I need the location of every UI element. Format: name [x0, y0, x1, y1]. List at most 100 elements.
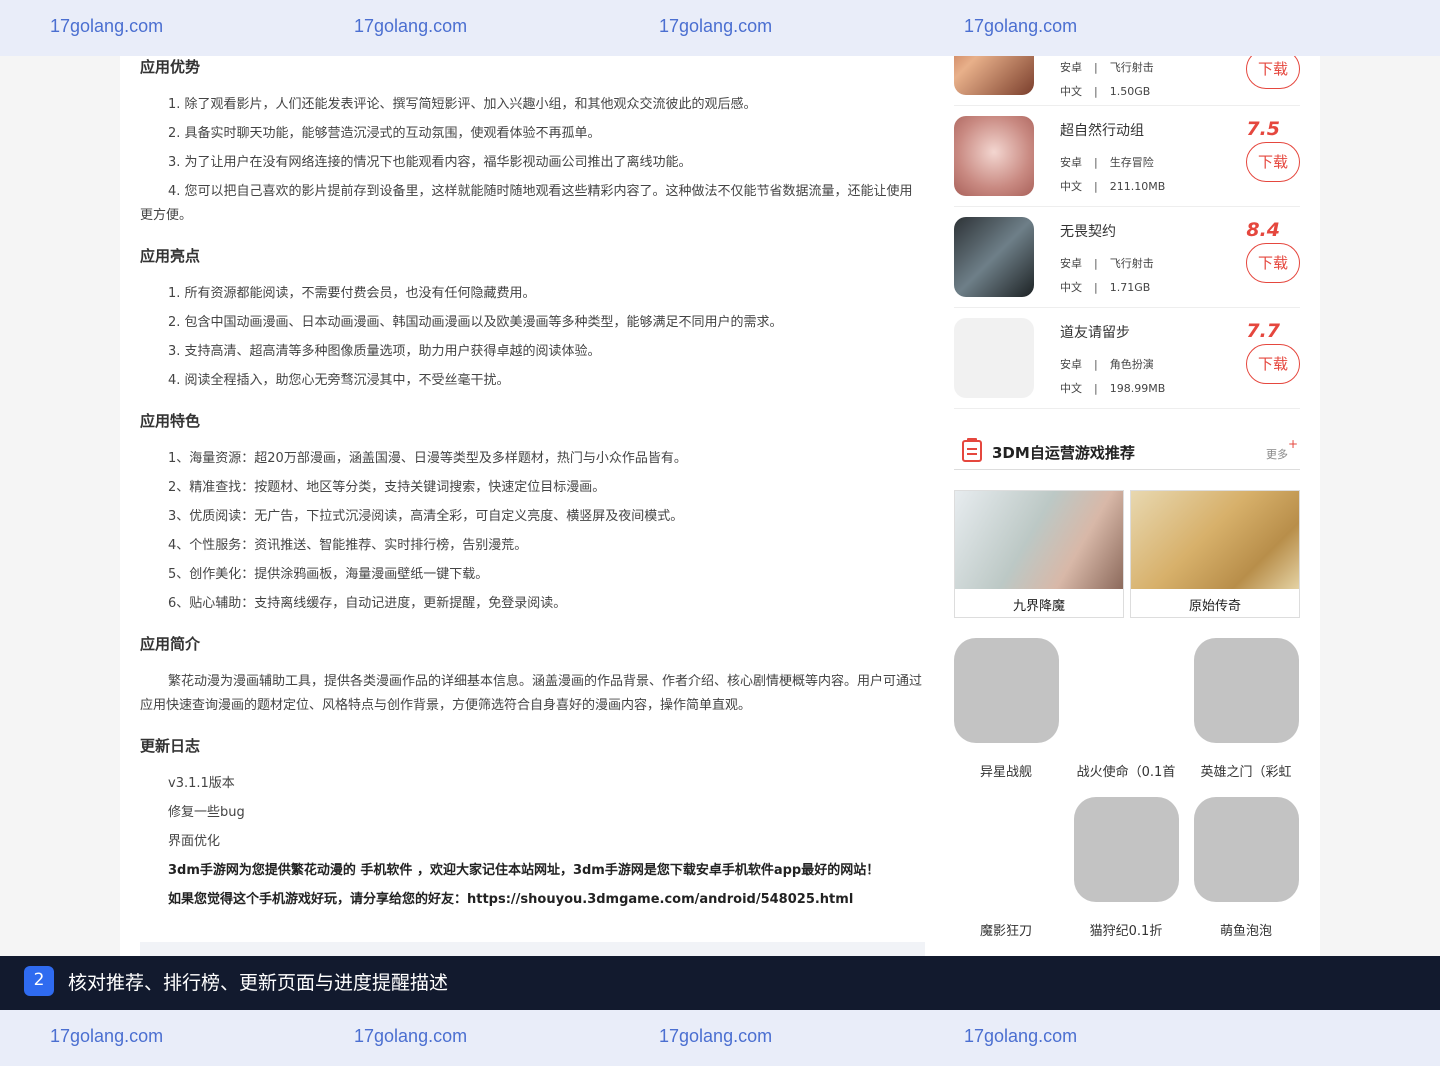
task-bar: 2 核对推荐、排行榜、更新页面与进度提醒描述: [0, 956, 1440, 1010]
game-meta-line: 中文 | 1.71GB: [1060, 281, 1151, 294]
watermark-text: 17golang.com: [354, 16, 468, 36]
game-thumbnail[interactable]: [954, 217, 1034, 297]
tile-image[interactable]: [1074, 638, 1179, 743]
game-size: 198.99MB: [1109, 382, 1166, 395]
game-genre: 生存冒险: [1109, 156, 1154, 169]
task-description: 核对推荐、排行榜、更新页面与进度提醒描述: [68, 972, 449, 994]
section-title-features: 应用特色: [140, 412, 201, 430]
tile-name[interactable]: 战火使命（0.1首: [1071, 761, 1181, 780]
card-name[interactable]: 原始传奇: [1131, 595, 1299, 614]
recommend-tile[interactable]: 英雄之门（彩虹: [1191, 638, 1301, 780]
section-title-intro: 应用简介: [140, 635, 201, 653]
section-title-changelog: 更新日志: [140, 737, 201, 755]
tile-name[interactable]: 魔影狂刀: [951, 920, 1061, 939]
game-list-item[interactable]: 超自然行动组 7.5 安卓 | 生存冒险 中文 | 211.10MB 下载: [954, 106, 1300, 207]
tile-image[interactable]: [1073, 797, 1179, 902]
game-platform: 安卓: [1060, 156, 1082, 169]
tile-name[interactable]: 猫狩纪0.1折: [1071, 920, 1181, 939]
feature-item: 6、贴心辅助：支持离线缓存，自动记进度，更新提醒，免登录阅读。: [168, 596, 567, 611]
game-thumbnail[interactable]: [954, 56, 1034, 95]
game-meta-line: 中文 | 198.99MB: [1060, 382, 1166, 395]
game-language: 中文: [1060, 281, 1082, 294]
task-number-badge: 2: [24, 966, 54, 996]
recommend-tile[interactable]: 魔影狂刀: [951, 797, 1061, 939]
download-button[interactable]: 下载: [1246, 142, 1300, 182]
game-meta-line: 中文 | 1.50GB: [1060, 85, 1151, 98]
watermark-bar-bottom: 17golang.com 17golang.com 17golang.com 1…: [0, 1010, 1440, 1066]
tile-name[interactable]: 英雄之门（彩虹: [1191, 761, 1301, 780]
download-button[interactable]: 下载: [1246, 243, 1300, 283]
watermark-bar-top: 17golang.com 17golang.com 17golang.com 1…: [0, 0, 1440, 56]
changelog-item: 修复一些bug: [168, 805, 245, 820]
recommend-title: 3DM自运营游戏推荐: [992, 444, 1135, 462]
game-thumbnail[interactable]: [954, 318, 1034, 398]
game-score: 8.4: [1246, 219, 1280, 241]
game-name[interactable]: 道友请留步: [1060, 322, 1130, 342]
changelog-item: 界面优化: [168, 834, 221, 849]
game-name[interactable]: 无畏契约: [1060, 221, 1116, 241]
share-link-text[interactable]: 如果您觉得这个手机游戏好玩，请分享给您的好友：https://shouyou.3…: [140, 888, 925, 912]
more-link[interactable]: 更多: [1266, 446, 1288, 462]
recommend-tile[interactable]: 战火使命（0.1首: [1071, 638, 1181, 780]
game-name[interactable]: 超自然行动组: [1060, 120, 1144, 140]
intro-text: 繁花动漫为漫画辅助工具，提供各类漫画作品的详细基本信息。涵盖漫画的作品背景、作者…: [140, 674, 923, 713]
game-list-item[interactable]: 安卓 | 飞行射击 中文 | 1.50GB 下载: [954, 56, 1300, 106]
page-content: 应用优势 1. 除了观看影片，人们还能发表评论、撰写简短影评、加入兴趣小组，和其…: [120, 56, 1320, 956]
highlight-item: 2. 包含中国动画漫画、日本动画漫画、韩国动画漫画以及欧美漫画等多种类型，能够满…: [168, 315, 783, 330]
tile-image[interactable]: [953, 638, 1059, 743]
game-size: 1.50GB: [1109, 85, 1151, 98]
feature-item: 4、个性服务：资讯推送、智能推荐、实时排行榜，告别漫荒。: [168, 538, 528, 553]
game-platform: 安卓: [1060, 358, 1082, 371]
download-button[interactable]: 下载: [1246, 56, 1300, 89]
game-score: 7.7: [1246, 320, 1280, 342]
recommend-tile[interactable]: 萌鱼泡泡: [1191, 797, 1301, 939]
changelog-item: v3.1.1版本: [168, 776, 235, 791]
section-title-highlights: 应用亮点: [140, 247, 201, 265]
recommend-header: 3DM自运营游戏推荐 更多 +: [954, 436, 1300, 470]
game-list-item[interactable]: 道友请留步 7.7 安卓 | 角色扮演 中文 | 198.99MB 下载: [954, 308, 1300, 409]
recommend-tile[interactable]: 异星战舰: [951, 638, 1061, 780]
feature-item: 1、海量资源：超20万部漫画，涵盖国漫、日漫等类型及多样题材，热门与小众作品皆有…: [168, 451, 687, 466]
watermark-text: 17golang.com: [50, 1026, 164, 1046]
game-genre: 角色扮演: [1109, 358, 1154, 371]
game-genre: 飞行射击: [1109, 61, 1154, 74]
site-promo-text: 3dm手游网为您提供繁花动漫的 手机软件 ，欢迎大家记住本站网址，3dm手游网是…: [168, 863, 880, 878]
highlight-item: 4. 阅读全程插入，助您心无旁骛沉浸其中，不受丝毫干扰。: [168, 373, 510, 388]
game-size: 1.71GB: [1109, 281, 1151, 294]
tile-image[interactable]: [1193, 797, 1299, 902]
advantage-item: 3. 为了让用户在没有网络连接的情况下也能观看内容，福华影视动画公司推出了离线功…: [168, 155, 692, 170]
watermark-text: 17golang.com: [659, 16, 773, 36]
game-platform: 安卓: [1060, 61, 1082, 74]
card-name[interactable]: 九界降魔: [955, 595, 1123, 614]
clipboard-icon: [962, 438, 982, 462]
plus-icon[interactable]: +: [1288, 437, 1298, 451]
game-thumbnail[interactable]: [954, 116, 1034, 196]
highlight-item: 1. 所有资源都能阅读，不需要付费会员，也没有任何隐藏费用。: [168, 286, 536, 301]
tile-name[interactable]: 异星战舰: [951, 761, 1061, 780]
card-image[interactable]: [955, 491, 1123, 589]
game-language: 中文: [1060, 180, 1082, 193]
feature-item: 5、创作美化：提供涂鸦画板，海量漫画壁纸一键下载。: [168, 567, 489, 582]
tile-name[interactable]: 萌鱼泡泡: [1191, 920, 1301, 939]
tile-image[interactable]: [1193, 638, 1299, 743]
card-image[interactable]: [1131, 491, 1299, 589]
advantage-item: 1. 除了观看影片，人们还能发表评论、撰写简短影评、加入兴趣小组，和其他观众交流…: [168, 97, 757, 112]
recommend-card[interactable]: 原始传奇: [1130, 490, 1300, 618]
game-size: 211.10MB: [1109, 180, 1166, 193]
game-list-item[interactable]: 无畏契约 8.4 安卓 | 飞行射击 中文 | 1.71GB 下载: [954, 207, 1300, 308]
game-language: 中文: [1060, 382, 1082, 395]
game-meta-line: 安卓 | 角色扮演: [1060, 358, 1154, 371]
game-meta-line: 中文 | 211.10MB: [1060, 180, 1166, 193]
tile-image[interactable]: [954, 797, 1059, 902]
recommend-card[interactable]: 九界降魔: [954, 490, 1124, 618]
game-platform: 安卓: [1060, 257, 1082, 270]
watermark-text: 17golang.com: [964, 16, 1078, 36]
game-language: 中文: [1060, 85, 1082, 98]
feature-item: 2、精准查找：按题材、地区等分类，支持关键词搜索，快速定位目标漫画。: [168, 480, 606, 495]
highlight-item: 3. 支持高清、超高清等多种图像质量选项，助力用户获得卓越的阅读体验。: [168, 344, 601, 359]
download-button[interactable]: 下载: [1246, 344, 1300, 384]
watermark-text: 17golang.com: [50, 16, 164, 36]
game-meta-line: 安卓 | 生存冒险: [1060, 156, 1154, 169]
game-genre: 飞行射击: [1109, 257, 1154, 270]
recommend-tile[interactable]: 猫狩纪0.1折: [1071, 797, 1181, 939]
